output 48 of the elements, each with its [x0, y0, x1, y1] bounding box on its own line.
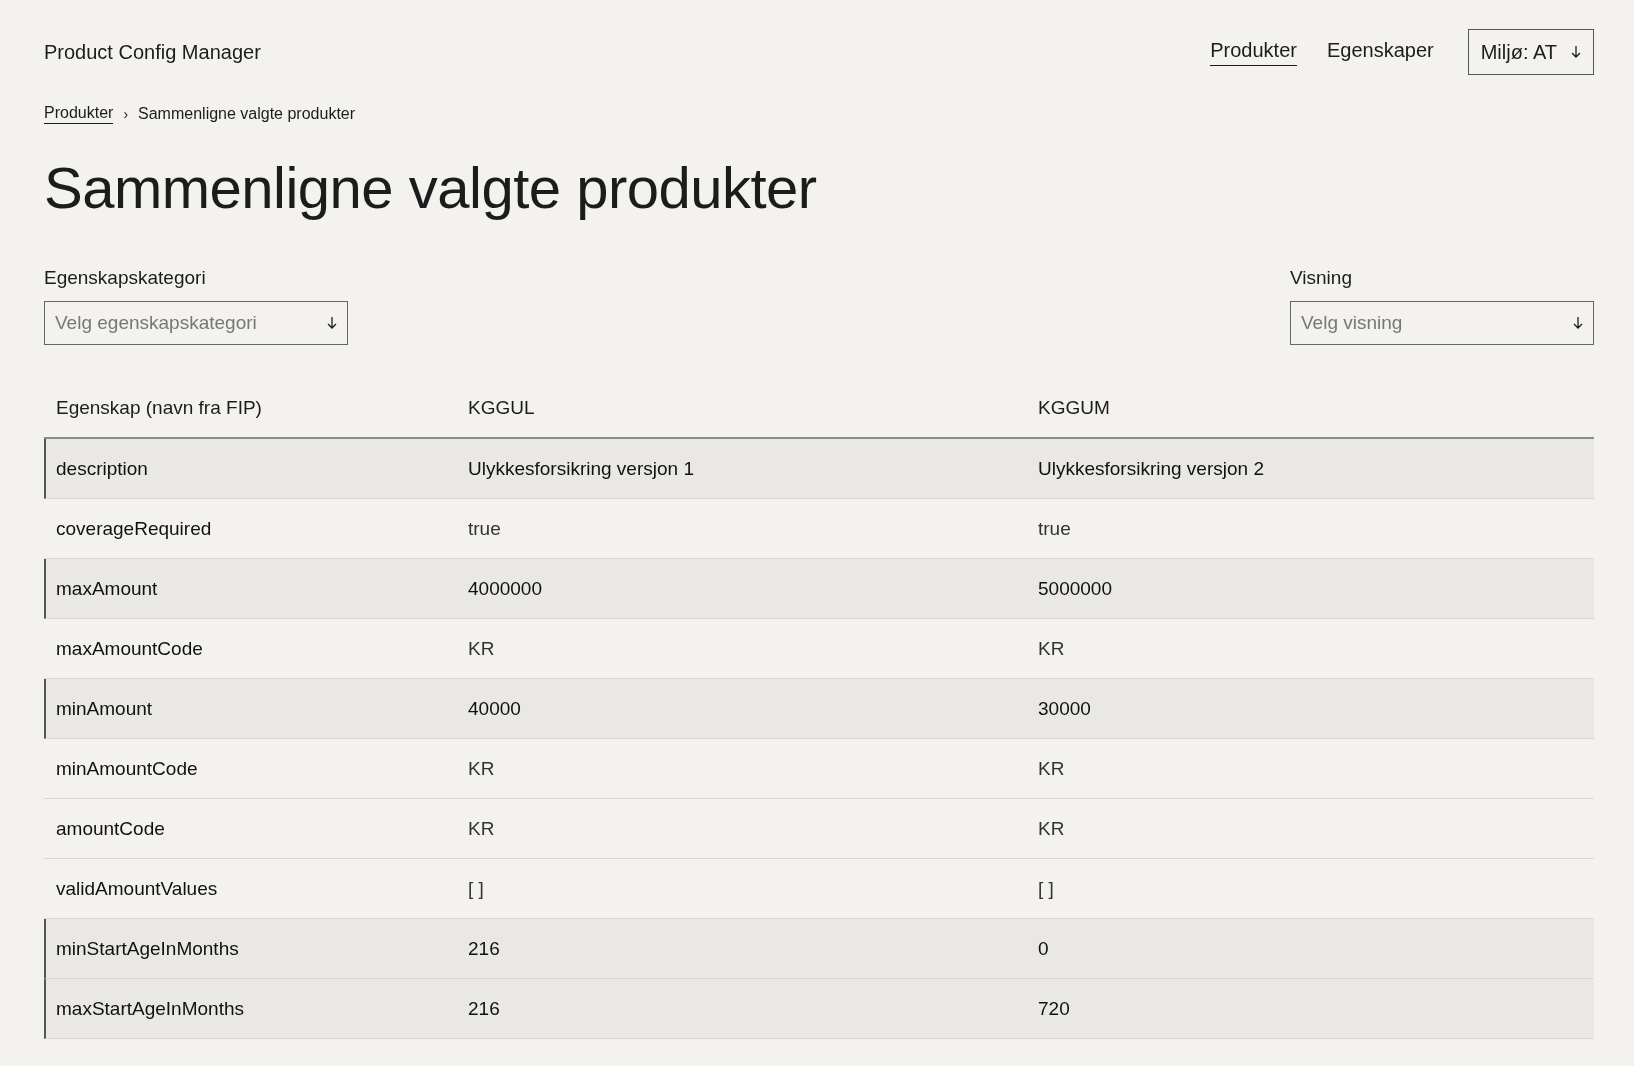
table-cell-text: [ ]	[1037, 877, 1055, 900]
column-header: KGGUL	[467, 397, 536, 419]
select-field[interactable]: Velg egenskapskategori	[44, 301, 348, 345]
breadcrumb-current: Sammenligne valgte produkter	[138, 105, 356, 123]
arrow-down-icon	[1573, 316, 1583, 330]
breadcrumb-link[interactable]: Produkter	[44, 104, 114, 124]
field-label: Visning	[1290, 267, 1353, 289]
table-cell-text: maxAmount	[55, 577, 159, 600]
nav-link[interactable]: Produkter	[1210, 38, 1297, 66]
table-cell-text: 40000	[467, 697, 522, 720]
table-cell-text: Ulykkesforsikring versjon 1	[467, 457, 695, 480]
table-cell-text: KR	[1037, 637, 1066, 660]
field-label: Egenskapskategori	[44, 267, 207, 289]
table-cell-text: [ ]	[467, 877, 485, 900]
table-cell-text: minAmountCode	[55, 757, 199, 780]
table-cell-text: validAmountValues	[55, 877, 219, 900]
table-cell-text: maxAmountCode	[55, 637, 204, 660]
table-cell-text: KR	[1037, 757, 1066, 780]
table-cell-text: description	[55, 457, 149, 480]
page-title: Sammenligne valgte produkter	[44, 154, 818, 221]
table-cell-text: amountCode	[55, 817, 166, 840]
table-cell-text: 5000000	[1037, 577, 1113, 600]
environment-dropdown[interactable]: Miljø: AT	[1467, 29, 1594, 75]
table-cell-text: coverageRequired	[55, 517, 213, 540]
column-header: KGGUM	[1037, 397, 1111, 419]
table-cell-text: KR	[1037, 817, 1066, 840]
breadcrumb-separator: ›	[123, 106, 129, 122]
app-title: Product Config Manager	[44, 40, 261, 64]
table-cell-text: true	[1037, 517, 1072, 540]
table-cell-text: minStartAgeInMonths	[55, 937, 240, 960]
table-cell-text: 720	[1037, 997, 1071, 1020]
table-cell-text: KR	[467, 637, 496, 660]
table-cell-text: minAmount	[55, 697, 154, 720]
table-cell-text: 30000	[1037, 697, 1092, 720]
table-cell-text: 4000000	[467, 577, 543, 600]
table-cell-text: 216	[467, 937, 501, 960]
table-cell-text: 0	[1037, 937, 1050, 960]
table-cell-text: KR	[467, 757, 496, 780]
column-header: Egenskap (navn fra FIP)	[55, 397, 263, 419]
table-cell-text: KR	[467, 817, 496, 840]
nav-link[interactable]: Egenskaper	[1326, 38, 1434, 66]
arrow-down-icon	[327, 316, 337, 330]
select-field[interactable]: Velg visning	[1290, 301, 1594, 345]
table-cell-text: 216	[467, 997, 501, 1020]
table-cell-text: true	[467, 517, 502, 540]
table-cell-text: Ulykkesforsikring versjon 2	[1037, 457, 1265, 480]
arrow-down-icon	[1571, 45, 1581, 59]
table-cell-text: maxStartAgeInMonths	[55, 997, 245, 1020]
